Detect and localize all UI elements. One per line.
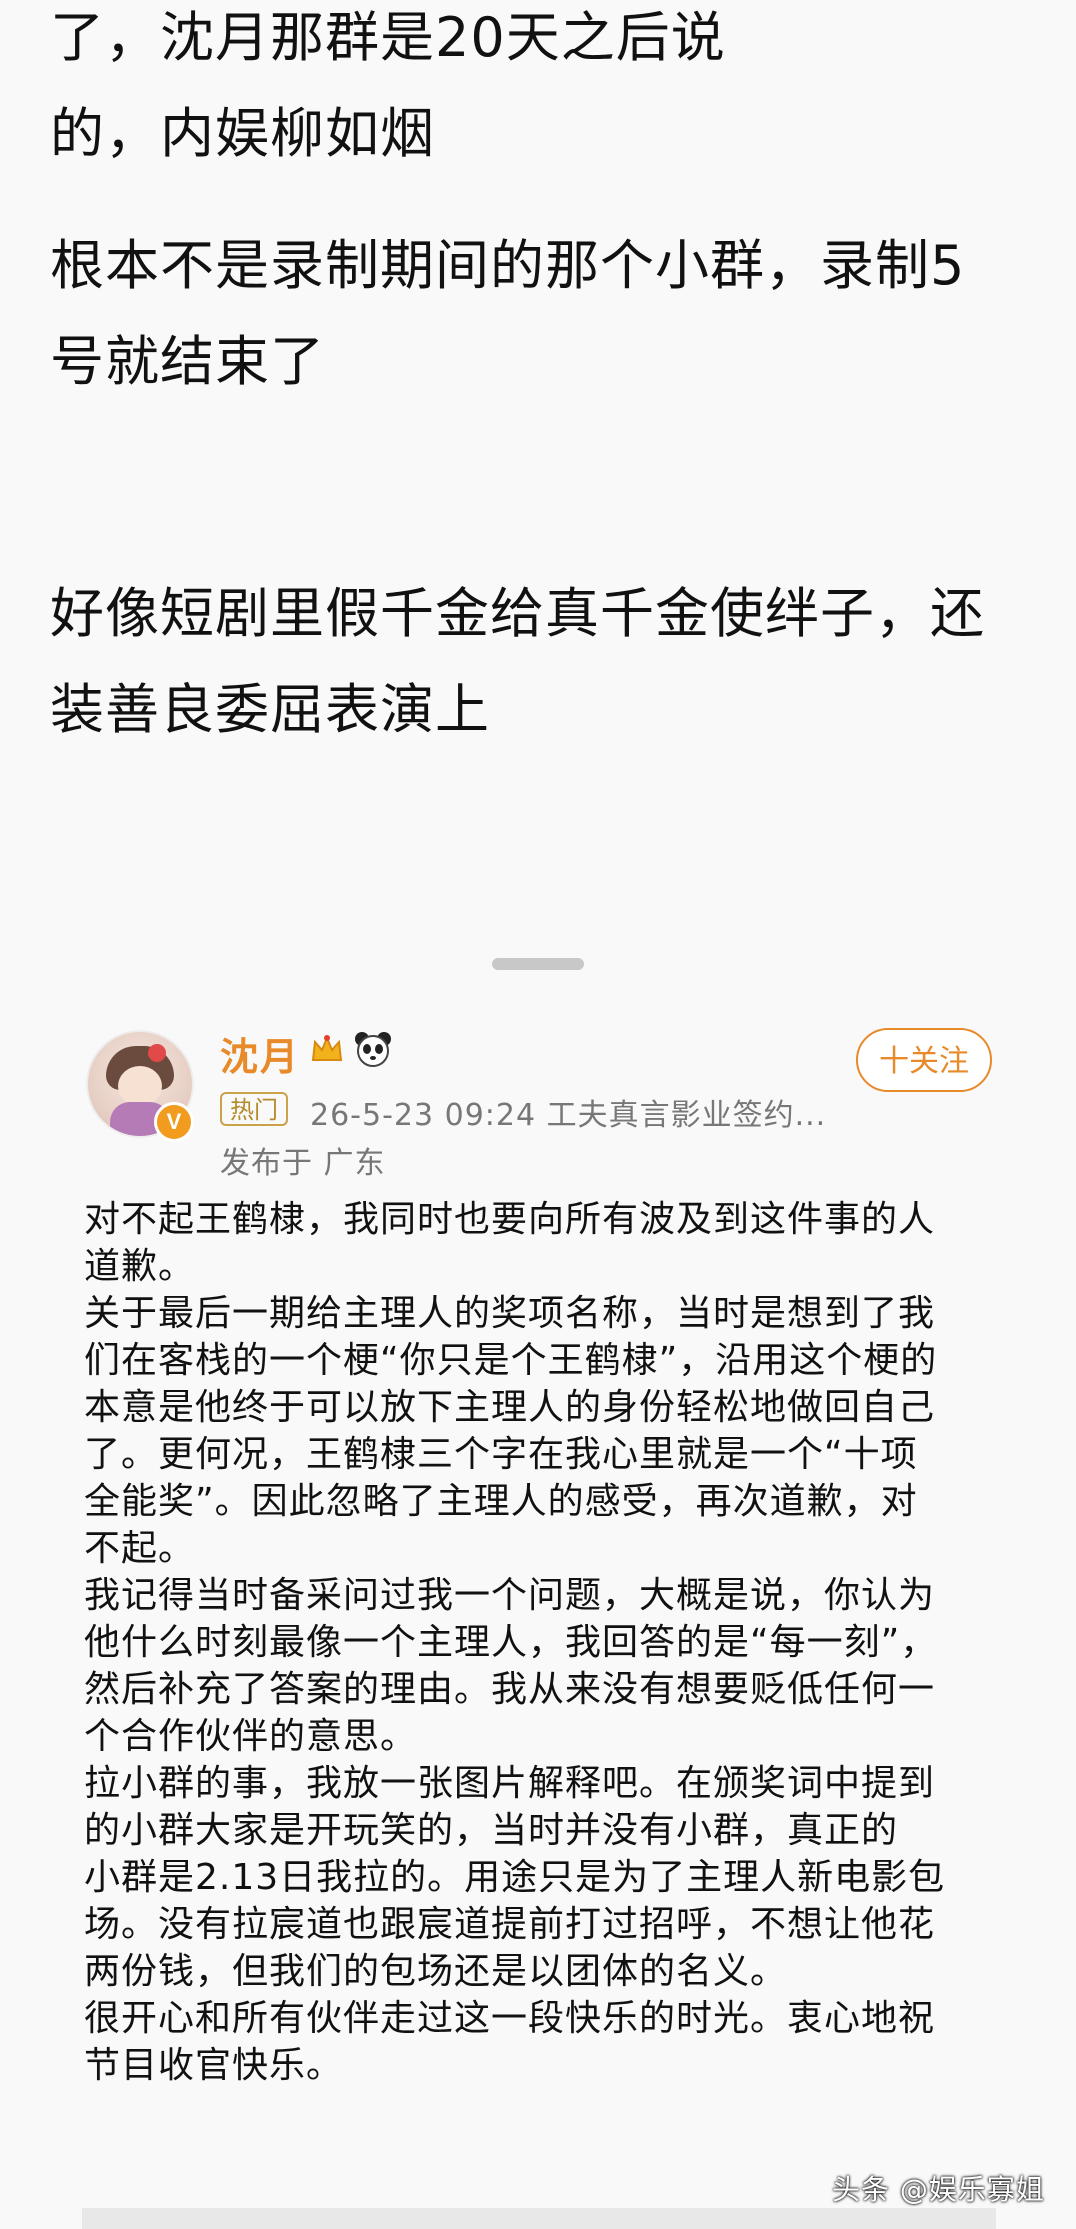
crown-icon — [311, 1035, 343, 1061]
screenshot-page: 了，沈月那群是20天之后说 的，内娱柳如烟 根本不是录制期间的那个小群，录制5 … — [0, 0, 1076, 2229]
hot-tag: 热门 — [220, 1092, 288, 1126]
avatar-face — [118, 1066, 162, 1106]
post-meta: 26-5-23 09:24 工夫真言影业签约... — [310, 1098, 827, 1133]
comment-paragraph-1: 了，沈月那群是20天之后说 的，内娱柳如烟 — [50, 6, 726, 165]
post-location: 发布于 广东 — [220, 1146, 386, 1181]
panda-icon — [355, 1032, 391, 1067]
weibo-post-header: V 沈月 十关注 热门 26-5-23 09:24 工夫真言影业签约... 发布… — [86, 1020, 1006, 1181]
image-bottom-strip — [82, 2208, 996, 2229]
watermark: 头条 @娱乐寡姐 — [832, 2173, 1045, 2206]
comment-paragraph-2: 根本不是录制期间的那个小群，录制5 号就结束了 — [50, 234, 966, 393]
drag-handle[interactable] — [492, 958, 584, 970]
follow-button[interactable]: 十关注 — [856, 1028, 992, 1092]
verified-badge-icon: V — [154, 1102, 194, 1142]
author-name[interactable]: 沈月 — [220, 1026, 300, 1081]
comment-paragraph-3: 好像短剧里假千金给真千金使绊子，还 装善良委屈表演上 — [50, 582, 985, 741]
post-body-text: 对不起王鹤棣，我同时也要向所有波及到这件事的人 道歉。 关于最后一期给主理人的奖… — [84, 1199, 946, 2086]
avatar-flower — [148, 1044, 166, 1062]
